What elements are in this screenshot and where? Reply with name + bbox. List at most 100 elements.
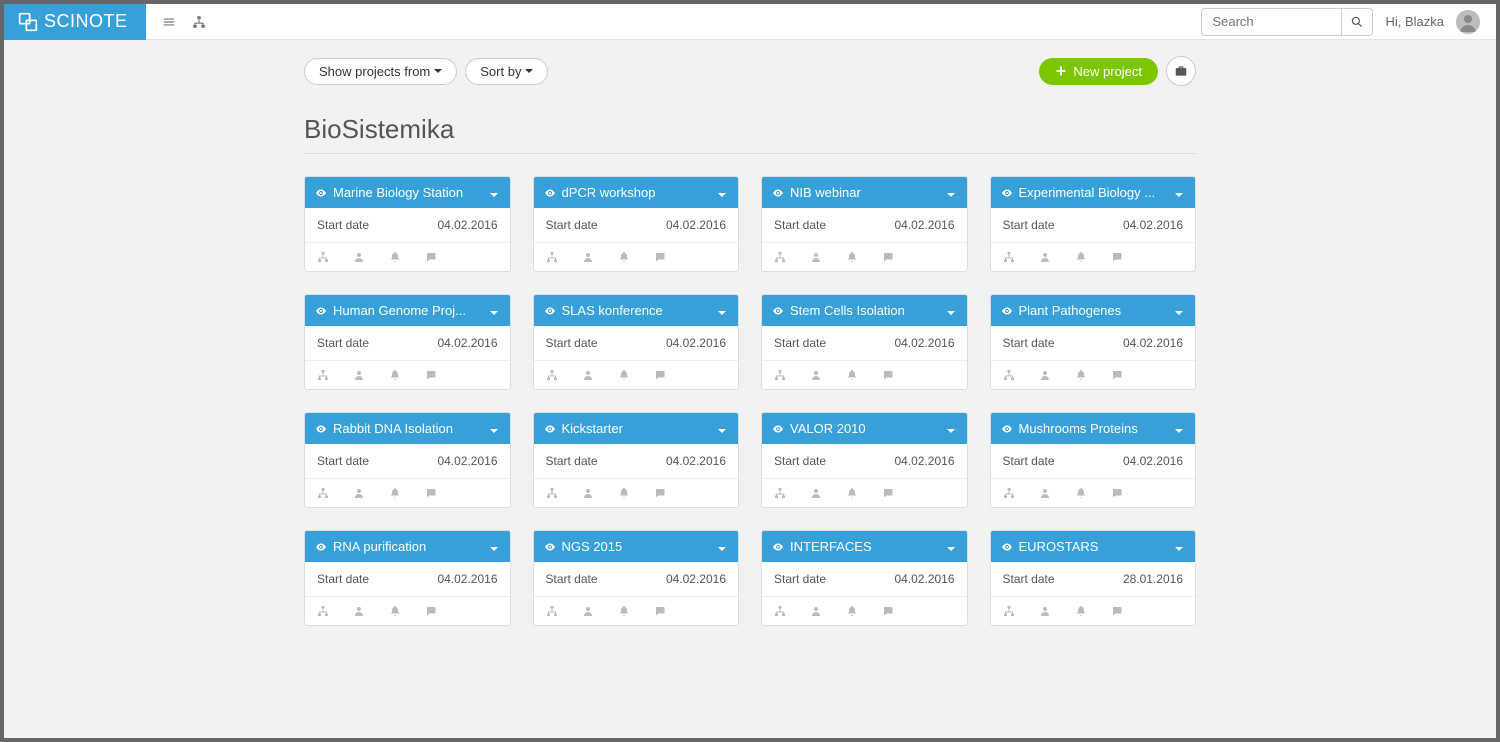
brand-logo[interactable]: SCINOTE (4, 4, 146, 40)
project-card-header[interactable]: NIB webinar (762, 177, 967, 208)
project-users-icon[interactable] (1039, 251, 1051, 263)
project-users-icon[interactable] (1039, 605, 1051, 617)
project-comments-icon[interactable] (1111, 487, 1123, 499)
project-tree-icon[interactable] (774, 251, 786, 263)
project-menu-toggle[interactable] (945, 303, 957, 318)
project-card-header[interactable]: Mushrooms Proteins (991, 413, 1196, 444)
project-tree-icon[interactable] (546, 487, 558, 499)
project-users-icon[interactable] (582, 251, 594, 263)
search-input[interactable] (1201, 8, 1341, 36)
project-tree-icon[interactable] (774, 605, 786, 617)
archive-button[interactable] (1166, 56, 1196, 86)
project-comments-icon[interactable] (882, 487, 894, 499)
project-card-header[interactable]: Stem Cells Isolation (762, 295, 967, 326)
project-menu-toggle[interactable] (716, 303, 728, 318)
project-tree-icon[interactable] (546, 251, 558, 263)
project-menu-toggle[interactable] (1173, 185, 1185, 200)
project-comments-icon[interactable] (654, 487, 666, 499)
project-notifications-icon[interactable] (846, 251, 858, 263)
project-comments-icon[interactable] (882, 605, 894, 617)
project-users-icon[interactable] (582, 369, 594, 381)
project-comments-icon[interactable] (654, 605, 666, 617)
project-comments-icon[interactable] (425, 369, 437, 381)
project-users-icon[interactable] (810, 251, 822, 263)
project-users-icon[interactable] (810, 487, 822, 499)
project-card-header[interactable]: Marine Biology Station (305, 177, 510, 208)
project-menu-toggle[interactable] (945, 185, 957, 200)
project-menu-toggle[interactable] (716, 421, 728, 436)
project-card-header[interactable]: Plant Pathogenes (991, 295, 1196, 326)
project-users-icon[interactable] (1039, 487, 1051, 499)
project-comments-icon[interactable] (1111, 605, 1123, 617)
project-tree-icon[interactable] (1003, 369, 1015, 381)
project-notifications-icon[interactable] (389, 605, 401, 617)
project-tree-icon[interactable] (774, 369, 786, 381)
project-card-header[interactable]: SLAS konference (534, 295, 739, 326)
project-notifications-icon[interactable] (1075, 369, 1087, 381)
project-comments-icon[interactable] (425, 605, 437, 617)
project-card-header[interactable]: dPCR workshop (534, 177, 739, 208)
project-comments-icon[interactable] (425, 251, 437, 263)
project-tree-icon[interactable] (317, 605, 329, 617)
project-comments-icon[interactable] (882, 369, 894, 381)
project-menu-toggle[interactable] (716, 539, 728, 554)
project-notifications-icon[interactable] (618, 487, 630, 499)
project-users-icon[interactable] (810, 605, 822, 617)
project-users-icon[interactable] (810, 369, 822, 381)
avatar[interactable] (1456, 10, 1480, 34)
project-notifications-icon[interactable] (846, 487, 858, 499)
project-menu-toggle[interactable] (716, 185, 728, 200)
project-card-header[interactable]: EUROSTARS (991, 531, 1196, 562)
project-menu-toggle[interactable] (1173, 539, 1185, 554)
project-menu-toggle[interactable] (488, 185, 500, 200)
project-menu-toggle[interactable] (945, 421, 957, 436)
project-notifications-icon[interactable] (618, 605, 630, 617)
project-tree-icon[interactable] (546, 605, 558, 617)
project-card-header[interactable]: RNA purification (305, 531, 510, 562)
project-comments-icon[interactable] (654, 369, 666, 381)
project-tree-icon[interactable] (1003, 487, 1015, 499)
project-tree-icon[interactable] (317, 369, 329, 381)
project-tree-icon[interactable] (317, 251, 329, 263)
project-notifications-icon[interactable] (1075, 487, 1087, 499)
project-tree-icon[interactable] (1003, 251, 1015, 263)
new-project-button[interactable]: New project (1039, 58, 1158, 85)
project-comments-icon[interactable] (1111, 369, 1123, 381)
org-tree-icon[interactable] (192, 15, 206, 29)
project-comments-icon[interactable] (654, 251, 666, 263)
project-notifications-icon[interactable] (1075, 251, 1087, 263)
project-card-header[interactable]: INTERFACES (762, 531, 967, 562)
project-menu-toggle[interactable] (1173, 421, 1185, 436)
project-users-icon[interactable] (353, 487, 365, 499)
project-notifications-icon[interactable] (618, 251, 630, 263)
project-menu-toggle[interactable] (488, 421, 500, 436)
user-greeting[interactable]: Hi, Blazka (1385, 14, 1444, 29)
project-notifications-icon[interactable] (846, 605, 858, 617)
project-menu-toggle[interactable] (488, 539, 500, 554)
project-menu-toggle[interactable] (1173, 303, 1185, 318)
project-card-header[interactable]: Human Genome Proj... (305, 295, 510, 326)
project-comments-icon[interactable] (425, 487, 437, 499)
project-tree-icon[interactable] (1003, 605, 1015, 617)
project-card-header[interactable]: Experimental Biology ... (991, 177, 1196, 208)
project-card-header[interactable]: NGS 2015 (534, 531, 739, 562)
sort-by-dropdown[interactable]: Sort by (465, 58, 548, 85)
project-tree-icon[interactable] (546, 369, 558, 381)
project-card-header[interactable]: Rabbit DNA Isolation (305, 413, 510, 444)
project-comments-icon[interactable] (1111, 251, 1123, 263)
project-notifications-icon[interactable] (389, 251, 401, 263)
project-users-icon[interactable] (353, 369, 365, 381)
project-comments-icon[interactable] (882, 251, 894, 263)
project-notifications-icon[interactable] (389, 487, 401, 499)
project-card-header[interactable]: VALOR 2010 (762, 413, 967, 444)
project-menu-toggle[interactable] (488, 303, 500, 318)
project-notifications-icon[interactable] (1075, 605, 1087, 617)
project-users-icon[interactable] (582, 487, 594, 499)
menu-icon[interactable] (162, 15, 176, 29)
project-tree-icon[interactable] (774, 487, 786, 499)
project-tree-icon[interactable] (317, 487, 329, 499)
show-projects-from-dropdown[interactable]: Show projects from (304, 58, 457, 85)
project-users-icon[interactable] (1039, 369, 1051, 381)
project-users-icon[interactable] (353, 251, 365, 263)
project-menu-toggle[interactable] (945, 539, 957, 554)
